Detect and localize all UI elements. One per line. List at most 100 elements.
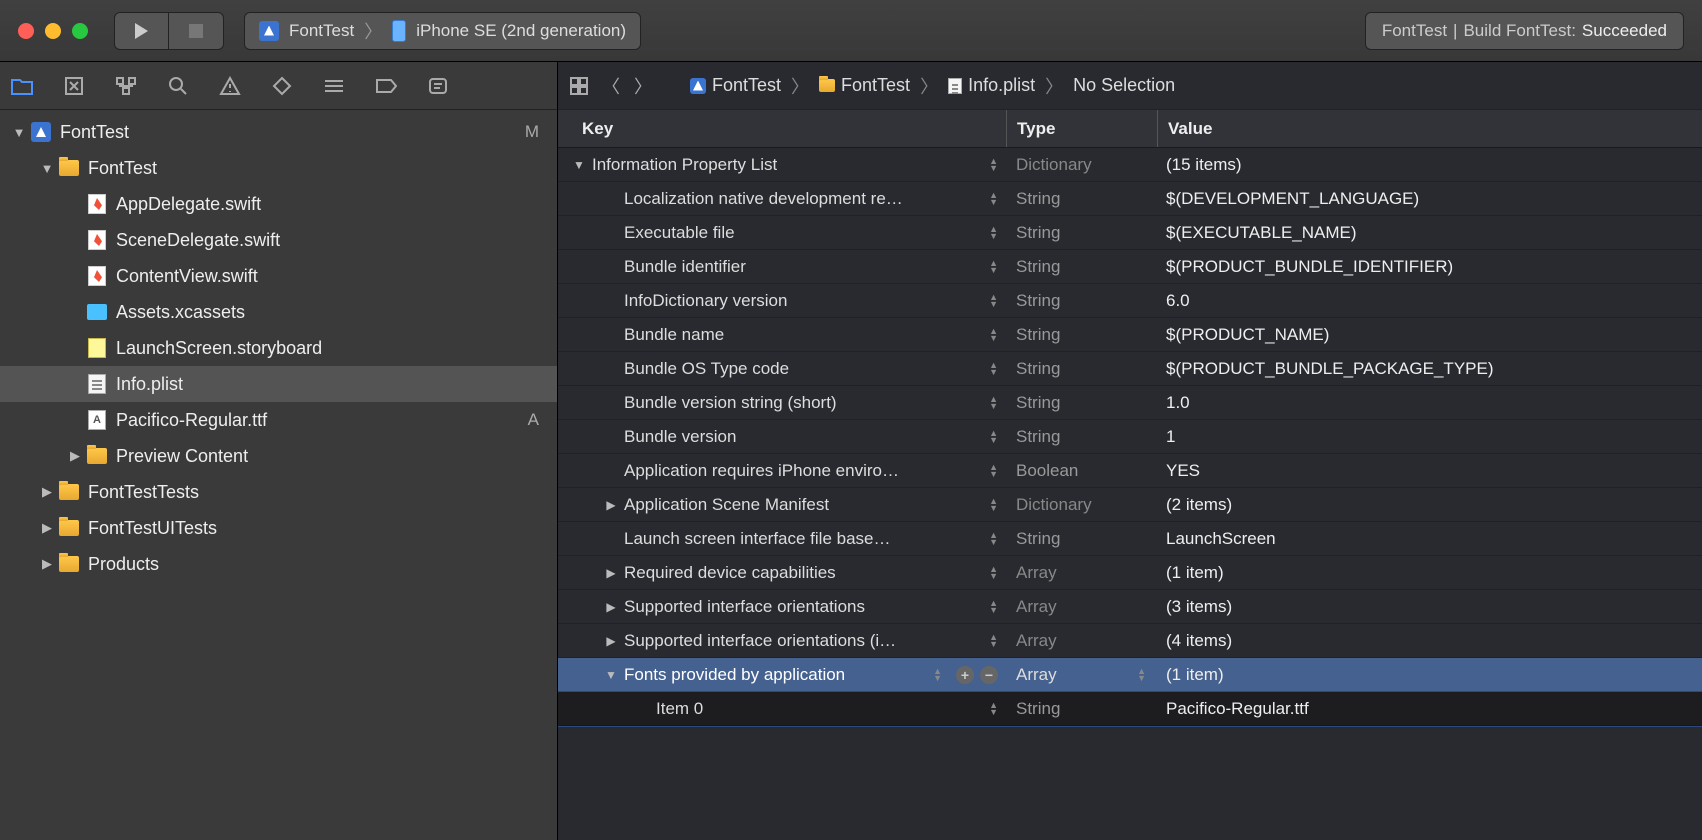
plist-value[interactable]: (15 items) (1166, 155, 1242, 174)
plist-key[interactable]: Application requires iPhone enviro… (624, 461, 899, 481)
plist-row[interactable]: ▼Information Property List▲▼Dictionary(1… (558, 148, 1702, 182)
plist-key[interactable]: Required device capabilities (624, 563, 836, 583)
key-stepper[interactable]: ▲▼ (989, 226, 998, 240)
plist-key[interactable]: Bundle identifier (624, 257, 746, 277)
key-stepper[interactable]: ▲▼ (989, 498, 998, 512)
plist-row[interactable]: ▼Fonts provided by application▲▼+−Array▲… (558, 658, 1702, 692)
plist-type[interactable]: String (1006, 359, 1060, 379)
plist-key[interactable]: Executable file (624, 223, 735, 243)
key-stepper[interactable]: ▲▼ (989, 192, 998, 206)
go-back-button[interactable]: 〈 (600, 75, 622, 97)
add-row-button[interactable]: + (956, 666, 974, 684)
plist-type[interactable]: Array (1006, 597, 1057, 617)
column-header-type[interactable]: Type (1007, 119, 1157, 139)
plist-row[interactable]: Executable file▲▼String$(EXECUTABLE_NAME… (558, 216, 1702, 250)
plist-key[interactable]: InfoDictionary version (624, 291, 787, 311)
plist-key[interactable]: Bundle version string (short) (624, 393, 837, 413)
plist-row[interactable]: Application requires iPhone enviro…▲▼Boo… (558, 454, 1702, 488)
plist-type[interactable]: Dictionary (1006, 495, 1092, 515)
plist-key[interactable]: Bundle name (624, 325, 724, 345)
key-stepper[interactable]: ▲▼ (989, 464, 998, 478)
jump-bar-group[interactable]: FontTest (819, 75, 910, 96)
plist-value[interactable]: 1 (1166, 427, 1175, 446)
tree-item[interactable]: ▶FontTestUITests (0, 510, 557, 546)
plist-type[interactable]: String (1006, 393, 1060, 413)
project-navigator-tab[interactable] (10, 74, 34, 98)
tree-item[interactable]: Info.plist (0, 366, 557, 402)
plist-value[interactable]: $(PRODUCT_BUNDLE_IDENTIFIER) (1166, 257, 1453, 276)
plist-key[interactable]: Bundle OS Type code (624, 359, 789, 379)
plist-type[interactable]: String (1006, 257, 1060, 277)
plist-value[interactable]: (4 items) (1166, 631, 1232, 650)
plist-key[interactable]: Application Scene Manifest (624, 495, 829, 515)
plist-key[interactable]: Information Property List (592, 155, 777, 175)
key-stepper[interactable]: ▲▼ (933, 668, 942, 682)
plist-value[interactable]: $(EXECUTABLE_NAME) (1166, 223, 1357, 242)
key-stepper[interactable]: ▲▼ (989, 396, 998, 410)
plist-value[interactable]: (2 items) (1166, 495, 1232, 514)
tree-item[interactable]: Assets.xcassets (0, 294, 557, 330)
jump-bar-selection[interactable]: No Selection (1073, 75, 1175, 96)
tree-item[interactable]: APacifico-Regular.ttfA (0, 402, 557, 438)
plist-type[interactable]: String (1006, 427, 1060, 447)
disclosure-triangle-icon[interactable]: ▼ (40, 161, 54, 176)
plist-value[interactable]: (3 items) (1166, 597, 1232, 616)
disclosure-triangle-icon[interactable]: ▼ (12, 125, 26, 140)
plist-type[interactable]: Array (1006, 563, 1057, 583)
key-stepper[interactable]: ▲▼ (989, 532, 998, 546)
jump-bar-project[interactable]: FontTest (690, 75, 781, 96)
plist-row[interactable]: Bundle version ▲▼ String 1 (558, 420, 1702, 454)
close-window-button[interactable] (18, 23, 34, 39)
disclosure-triangle-icon[interactable]: ▶ (604, 498, 618, 512)
key-stepper[interactable]: ▲▼ (989, 566, 998, 580)
plist-type[interactable]: Dictionary (1006, 155, 1092, 175)
key-stepper[interactable]: ▲▼ (989, 430, 998, 444)
plist-type[interactable]: String (1006, 189, 1060, 209)
plist-key[interactable]: Supported interface orientations (624, 597, 865, 617)
disclosure-triangle-icon[interactable]: ▶ (40, 484, 54, 500)
plist-value[interactable]: $(PRODUCT_BUNDLE_PACKAGE_TYPE) (1166, 359, 1494, 378)
column-header-value[interactable]: Value (1158, 119, 1702, 139)
scheme-selector[interactable]: FontTest 〉 iPhone SE (2nd generation) (244, 12, 641, 50)
find-navigator-tab[interactable] (166, 74, 190, 98)
test-navigator-tab[interactable] (270, 74, 294, 98)
plist-row[interactable]: ▶ Application Scene Manifest ▲▼ Dictionary (… (558, 488, 1702, 522)
disclosure-triangle-icon[interactable]: ▶ (604, 600, 618, 614)
disclosure-triangle-icon[interactable]: ▶ (40, 520, 54, 536)
related-items-button[interactable] (568, 75, 590, 97)
plist-type[interactable]: String (1006, 291, 1060, 311)
plist-value[interactable]: YES (1166, 461, 1200, 480)
type-stepper[interactable]: ▲▼ (1137, 668, 1146, 682)
plist-key[interactable]: Localization native development re… (624, 189, 903, 209)
plist-row[interactable]: ▶Supported interface orientations▲▼Array… (558, 590, 1702, 624)
plist-type[interactable]: Array (1006, 665, 1057, 685)
tree-item[interactable]: AppDelegate.swift (0, 186, 557, 222)
plist-value[interactable]: Pacifico-Regular.ttf (1166, 699, 1309, 718)
plist-value[interactable]: (1 item) (1166, 665, 1224, 684)
key-stepper[interactable]: ▲▼ (989, 634, 998, 648)
zoom-window-button[interactable] (72, 23, 88, 39)
plist-row[interactable]: ▶Supported interface orientations (i…▲▼A… (558, 624, 1702, 658)
plist-key[interactable]: Item 0 (656, 699, 703, 719)
plist-key[interactable]: Fonts provided by application (624, 665, 845, 685)
debug-navigator-tab[interactable] (322, 74, 346, 98)
key-stepper[interactable]: ▲▼ (989, 294, 998, 308)
plist-value[interactable]: $(DEVELOPMENT_LANGUAGE) (1166, 189, 1419, 208)
tree-item[interactable]: LaunchScreen.storyboard (0, 330, 557, 366)
run-button[interactable] (114, 12, 169, 50)
plist-row[interactable]: Launch screen interface file base…▲▼Stri… (558, 522, 1702, 556)
plist-key[interactable]: Launch screen interface file base… (624, 529, 891, 549)
symbol-navigator-tab[interactable] (114, 74, 138, 98)
tree-item[interactable]: ▼FontTest (0, 150, 557, 186)
disclosure-triangle-icon[interactable]: ▼ (572, 158, 586, 172)
plist-row[interactable]: Item 0▲▼StringPacifico-Regular.ttf (558, 692, 1702, 726)
jump-bar-file[interactable]: Info.plist (948, 75, 1035, 96)
go-forward-button[interactable]: 〉 (632, 75, 654, 97)
breakpoint-navigator-tab[interactable] (374, 74, 398, 98)
key-stepper[interactable]: ▲▼ (989, 328, 998, 342)
plist-row[interactable]: InfoDictionary version▲▼String6.0 (558, 284, 1702, 318)
plist-type[interactable]: String (1006, 325, 1060, 345)
plist-type[interactable]: Array (1006, 631, 1057, 651)
key-stepper[interactable]: ▲▼ (989, 362, 998, 376)
plist-key[interactable]: Bundle version (624, 427, 736, 447)
